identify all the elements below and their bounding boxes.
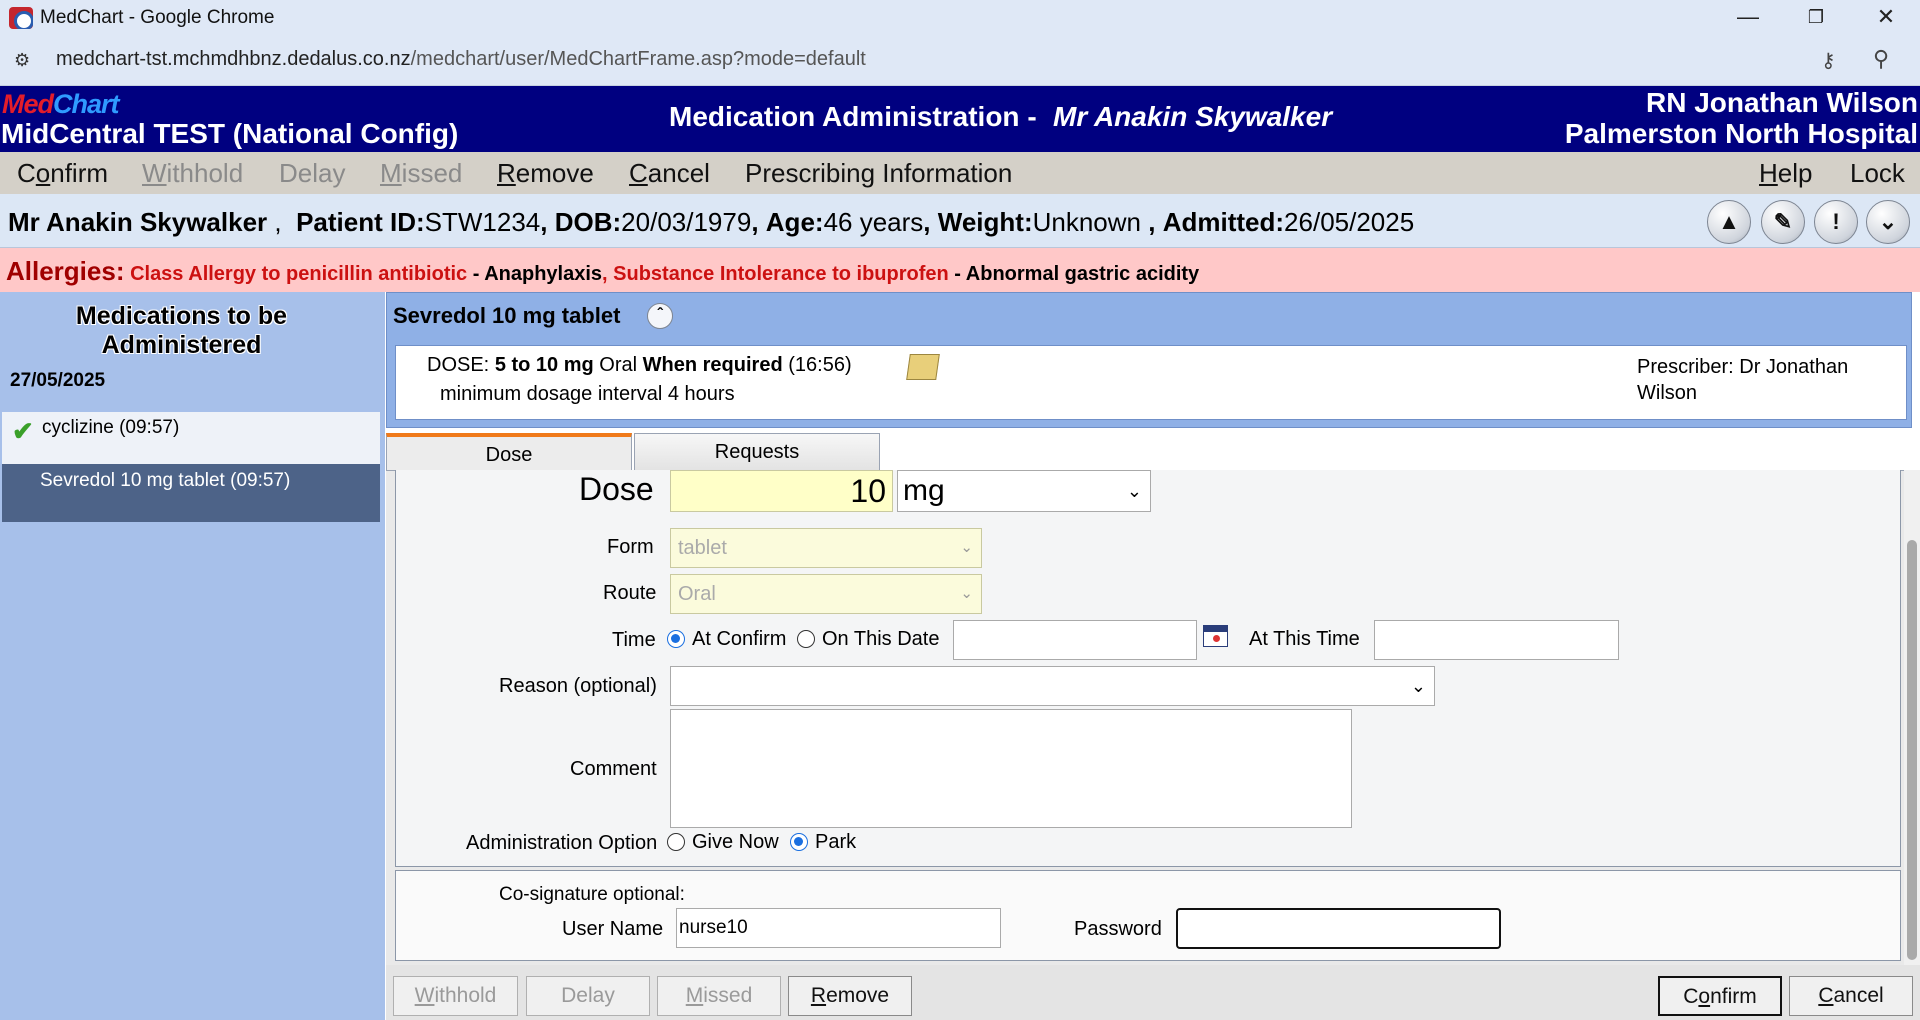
username-label: User Name xyxy=(562,918,664,940)
logged-in-user: RN Jonathan Wilson xyxy=(1646,87,1918,118)
patient-dob: 20/03/1979 xyxy=(621,207,752,237)
cosignature-title: Co-signature optional: xyxy=(499,884,685,905)
menu-remove[interactable]: Remove xyxy=(497,158,594,189)
radio-at-confirm[interactable] xyxy=(667,630,685,648)
radio-give-now[interactable] xyxy=(667,833,685,851)
menu-withhold[interactable]: Withhold xyxy=(142,158,243,189)
cancel-button[interactable]: Cancel xyxy=(1789,976,1913,1016)
reason-label: Reason (optional) xyxy=(499,675,657,697)
username-input[interactable]: nurse10 xyxy=(676,908,1001,948)
bell-icon[interactable]: ▲ xyxy=(1707,200,1751,244)
menu-help[interactable]: Help xyxy=(1759,158,1812,189)
tab-requests[interactable]: Requests xyxy=(634,433,880,470)
form-select: tablet ⌄ xyxy=(670,528,982,568)
password-label: Password xyxy=(1074,918,1162,940)
url-field[interactable]: medchart-tst.mchmdhbnz.dedalus.co.nz/med… xyxy=(56,48,866,71)
reaction-1: - Anaphylaxis xyxy=(467,263,603,285)
medications-panel xyxy=(0,292,385,1020)
park-label[interactable]: Park xyxy=(815,831,856,854)
window-title: MedChart - Google Chrome xyxy=(40,7,275,28)
remove-button[interactable]: Remove xyxy=(788,976,912,1016)
prescriber: Prescriber: Dr Jonathan Wilson xyxy=(1637,356,1849,404)
note-icon[interactable] xyxy=(906,354,940,380)
radio-on-this-date[interactable] xyxy=(797,630,815,648)
reason-select[interactable]: ⌄ xyxy=(670,666,1435,706)
menu-cancel[interactable]: Cancel xyxy=(629,158,710,189)
medication-item-sevredol[interactable]: Sevredol 10 mg tablet (09:57) xyxy=(2,464,380,522)
chevron-down-icon: ⌄ xyxy=(1126,481,1142,501)
comment-textarea[interactable] xyxy=(670,709,1352,828)
check-icon: ✔ xyxy=(12,416,34,446)
zoom-icon[interactable]: ⚲ xyxy=(1873,46,1889,72)
collapse-up-icon[interactable]: ˆ xyxy=(647,303,673,329)
radio-park[interactable] xyxy=(790,833,808,851)
patient-age: 46 years xyxy=(823,207,924,237)
medchart-logo: MedChart xyxy=(2,89,120,119)
menu-confirm[interactable]: Confirm xyxy=(17,158,108,189)
route-select: Oral ⌄ xyxy=(670,574,982,614)
patient-id: STW1234 xyxy=(424,207,541,237)
chevron-down-icon: ⌄ xyxy=(960,539,973,556)
browser-title-bar xyxy=(0,0,1920,36)
missed-button[interactable]: Missed xyxy=(657,976,781,1016)
time-label: Time xyxy=(612,629,656,651)
close-icon[interactable]: ✕ xyxy=(1852,0,1920,36)
medchart-app-icon xyxy=(9,7,33,29)
chevron-down-icon: ⌄ xyxy=(960,585,973,602)
order-interval: minimum dosage interval 4 hours xyxy=(440,383,735,405)
confirm-button[interactable]: Confirm xyxy=(1658,976,1782,1016)
allergy-1: Class Allergy to penicillin antibiotic xyxy=(130,263,468,285)
dose-label: Dose xyxy=(579,471,654,507)
patient-name: Mr Anakin Skywalker xyxy=(8,207,268,237)
patient-details: Mr Anakin Skywalker , Patient ID:STW1234… xyxy=(8,207,1415,237)
drug-title: Sevredol 10 mg tablet xyxy=(393,303,621,328)
password-input[interactable] xyxy=(1176,908,1501,949)
on-this-date-label[interactable]: On This Date xyxy=(822,628,939,651)
withhold-button[interactable]: Withhold xyxy=(393,976,518,1016)
at-this-time-label: At This Time xyxy=(1249,628,1360,650)
url-domain: medchart-tst.mchmdhbnz.dedalus.co.nz xyxy=(56,48,411,70)
hospital-name: Palmerston North Hospital xyxy=(1564,118,1918,149)
delay-button[interactable]: Delay xyxy=(526,976,650,1016)
patient-weight: Unknown xyxy=(1032,207,1142,237)
at-confirm-label[interactable]: At Confirm xyxy=(692,628,786,651)
unit-select[interactable]: mg ⌄ xyxy=(897,470,1151,512)
alert-icon[interactable]: ! xyxy=(1814,200,1858,244)
tab-dose[interactable]: Dose xyxy=(386,433,632,470)
route-label: Route xyxy=(603,582,657,604)
menu-lock[interactable]: Lock xyxy=(1850,158,1905,189)
edit-note-icon[interactable]: ✎ xyxy=(1761,200,1805,244)
key-icon[interactable]: ⚷ xyxy=(1821,48,1836,73)
expand-down-icon[interactable]: ⌄ xyxy=(1866,200,1910,244)
form-label: Form xyxy=(607,536,654,558)
header-patient-name: Mr Anakin Skywalker xyxy=(1053,101,1333,132)
chevron-down-icon: ⌄ xyxy=(1410,676,1426,696)
medications-heading: Medications to be Administered xyxy=(75,302,288,359)
medications-date: 27/05/2025 xyxy=(10,370,106,391)
medication-item-cyclizine[interactable]: ✔ cyclizine (09:57) xyxy=(2,412,380,464)
minimize-icon[interactable]: — xyxy=(1714,0,1782,36)
allergy-list: Allergies: Class Allergy to penicillin a… xyxy=(6,256,1200,286)
site-name: MidCentral TEST (National Config) xyxy=(1,118,459,149)
menu-missed[interactable]: Missed xyxy=(380,158,462,189)
administration-option-label: Administration Option xyxy=(466,832,658,854)
dose-input[interactable]: 10 xyxy=(670,470,893,512)
reaction-2: - Abnormal gastric acidity xyxy=(948,263,1200,285)
menu-prescribing-information[interactable]: Prescribing Information xyxy=(745,158,1012,189)
url-path: /medchart/user/MedChartFrame.asp?mode=de… xyxy=(410,48,866,70)
patient-admitted: 26/05/2025 xyxy=(1284,207,1415,237)
calendar-icon[interactable] xyxy=(1203,625,1228,647)
date-input[interactable] xyxy=(953,620,1197,660)
allergy-2: , Substance Intolerance to ibuprofen xyxy=(602,263,949,285)
restore-icon[interactable]: ❐ xyxy=(1782,0,1850,36)
screen-title: Medication Administration - xyxy=(669,101,1037,132)
give-now-label[interactable]: Give Now xyxy=(692,831,779,854)
menu-delay[interactable]: Delay xyxy=(279,158,345,189)
scrollbar-thumb[interactable] xyxy=(1907,540,1917,960)
time-input[interactable] xyxy=(1374,620,1619,660)
site-info-icon[interactable]: ⚙ xyxy=(14,50,30,71)
order-dose-line: DOSE: 5 to 10 mg Oral When required (16:… xyxy=(427,354,852,376)
comment-label: Comment xyxy=(570,758,657,780)
